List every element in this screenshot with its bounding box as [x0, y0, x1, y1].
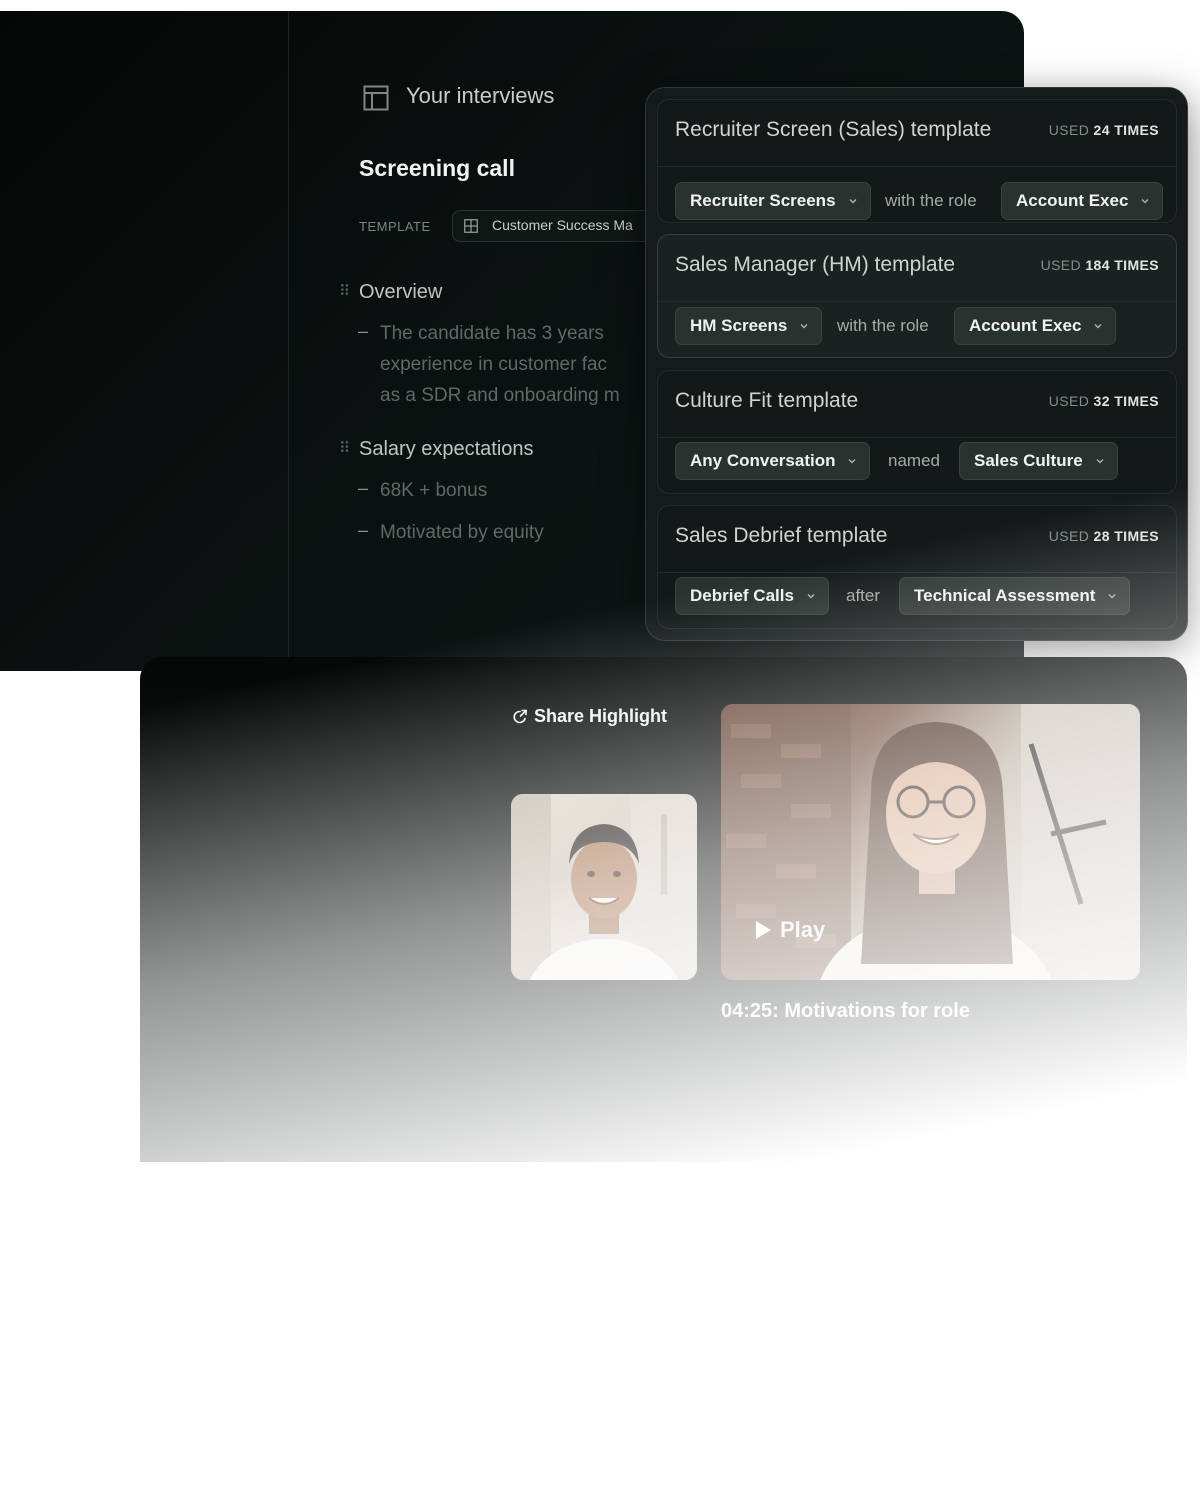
section-heading-salary: Salary expectations — [359, 438, 534, 460]
bullet-dash: – — [358, 520, 369, 540]
usage-count: USED 28 TIMES — [1048, 528, 1159, 544]
target-dropdown[interactable]: Account Exec — [1001, 182, 1164, 220]
target-dropdown[interactable]: Sales Culture — [959, 442, 1118, 480]
templates-card: Recruiter Screen (Sales) template USED 2… — [645, 87, 1188, 641]
layout-icon — [363, 85, 389, 111]
bullet-dash: – — [358, 321, 369, 341]
dropdown-label: Any Conversation — [690, 451, 836, 470]
bullet-dash: – — [358, 478, 369, 498]
template-item[interactable]: Sales Debrief template USED 28 TIMES Deb… — [657, 505, 1177, 629]
usage-count: USED 24 TIMES — [1048, 122, 1159, 138]
play-button[interactable]: Play — [754, 917, 825, 943]
usage-count: USED 32 TIMES — [1048, 393, 1159, 409]
section-heading-overview: Overview — [359, 281, 443, 303]
dropdown-label: Sales Culture — [974, 451, 1083, 470]
clip-title: 04:25: Motivations for role — [721, 1000, 970, 1022]
dropdown-label: HM Screens — [690, 316, 788, 335]
note-line: The candidate has 3 years — [380, 323, 604, 344]
source-dropdown[interactable]: Recruiter Screens — [675, 182, 871, 220]
dropdown-label: Technical Assessment — [914, 586, 1096, 605]
note-line: as a SDR and onboarding m — [380, 385, 620, 406]
chevron-down-icon — [800, 323, 808, 329]
share-highlight-button[interactable]: Share Highlight — [534, 706, 667, 727]
connector-text: after — [846, 586, 881, 605]
drag-handle-icon[interactable]: ⠿ — [339, 282, 350, 300]
chevron-down-icon — [807, 593, 815, 599]
participant-video-small — [511, 794, 697, 980]
note-line: experience in customer fac — [380, 354, 608, 375]
template-name: Customer Success Ma — [492, 217, 633, 233]
table-icon — [464, 219, 478, 233]
template-name: Sales Manager (HM) template — [675, 253, 956, 276]
divider — [658, 437, 1176, 438]
target-dropdown[interactable]: Account Exec — [954, 307, 1117, 345]
dropdown-label: Account Exec — [1016, 191, 1129, 210]
template-item[interactable]: Culture Fit template USED 32 TIMES Any C… — [657, 370, 1177, 494]
share-arrow-icon — [513, 709, 527, 724]
template-name: Culture Fit template — [675, 389, 859, 412]
sidebar-divider — [288, 11, 289, 671]
source-dropdown[interactable]: HM Screens — [675, 307, 823, 345]
template-label: TEMPLATE — [359, 219, 431, 234]
dropdown-label: Account Exec — [969, 316, 1082, 335]
highlight-video[interactable]: Play — [721, 704, 1140, 980]
divider — [658, 301, 1176, 302]
template-item[interactable]: Recruiter Screen (Sales) template USED 2… — [657, 99, 1177, 223]
participant-avatar — [511, 794, 697, 980]
drag-handle-icon[interactable]: ⠿ — [339, 439, 350, 457]
chevron-down-icon — [1094, 323, 1102, 329]
dropdown-label: Debrief Calls — [690, 586, 794, 605]
chevron-down-icon — [849, 198, 857, 204]
target-dropdown[interactable]: Technical Assessment — [899, 577, 1131, 615]
chevron-down-icon — [1141, 198, 1149, 204]
dropdown-label: Recruiter Screens — [690, 191, 836, 210]
chevron-down-icon — [1108, 593, 1116, 599]
connector-text: named — [888, 451, 940, 470]
connector-text: with the role — [837, 316, 929, 335]
play-label: Play — [780, 917, 826, 942]
template-name: Sales Debrief template — [675, 524, 888, 547]
usage-count: USED 184 TIMES — [1040, 257, 1159, 273]
note-line: Motivated by equity — [380, 522, 544, 543]
divider — [658, 572, 1176, 573]
template-name: Recruiter Screen (Sales) template — [675, 118, 992, 141]
highlight-panel: Share Highlight Play 04:25: Motivations … — [140, 657, 1187, 1162]
interviews-title: Your interviews — [406, 83, 555, 108]
chevron-down-icon — [1096, 458, 1104, 464]
template-item[interactable]: Sales Manager (HM) template USED 184 TIM… — [657, 234, 1177, 358]
source-dropdown[interactable]: Any Conversation — [675, 442, 871, 480]
connector-text: with the role — [885, 191, 977, 210]
call-title: Screening call — [359, 155, 515, 181]
source-dropdown[interactable]: Debrief Calls — [675, 577, 829, 615]
chevron-down-icon — [848, 458, 857, 464]
note-line: 68K + bonus — [380, 480, 488, 501]
play-icon — [756, 921, 771, 939]
divider — [658, 166, 1176, 167]
